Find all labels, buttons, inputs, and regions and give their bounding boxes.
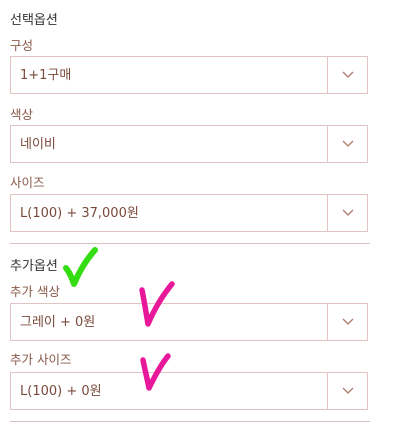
color-value: 네이비 — [20, 137, 56, 152]
composition-label: 구성 — [10, 38, 34, 53]
extra-options-section-title: 추가옵션 — [10, 259, 58, 274]
pink-check-mark-icon — [139, 281, 175, 327]
color-select[interactable]: 네이비 — [10, 125, 368, 163]
size-select[interactable]: L(100) + 37,000원 — [10, 194, 368, 232]
extra-color-value: 그레이 + 0원 — [20, 315, 96, 330]
options-section-title: 선택옵션 — [10, 13, 58, 28]
composition-select[interactable]: 1+1구매 — [10, 56, 368, 94]
extra-size-value: L(100) + 0원 — [20, 384, 102, 399]
extra-color-label: 추가 색상 — [10, 284, 60, 299]
composition-value: 1+1구매 — [20, 68, 72, 83]
chevron-down-icon[interactable] — [328, 304, 367, 340]
pink-check-mark-icon — [140, 353, 171, 391]
section-divider — [10, 243, 370, 244]
section-divider — [10, 421, 370, 422]
color-label: 색상 — [10, 107, 34, 122]
chevron-down-icon[interactable] — [328, 373, 367, 409]
chevron-down-icon[interactable] — [328, 195, 367, 231]
extra-color-select[interactable]: 그레이 + 0원 — [10, 303, 368, 341]
chevron-down-icon[interactable] — [328, 126, 367, 162]
extra-size-label: 추가 사이즈 — [10, 352, 72, 367]
size-value: L(100) + 37,000원 — [20, 206, 139, 221]
size-label: 사이즈 — [10, 175, 45, 190]
chevron-down-icon[interactable] — [328, 57, 367, 93]
extra-size-select[interactable]: L(100) + 0원 — [10, 372, 368, 410]
green-check-mark-icon — [63, 247, 98, 287]
